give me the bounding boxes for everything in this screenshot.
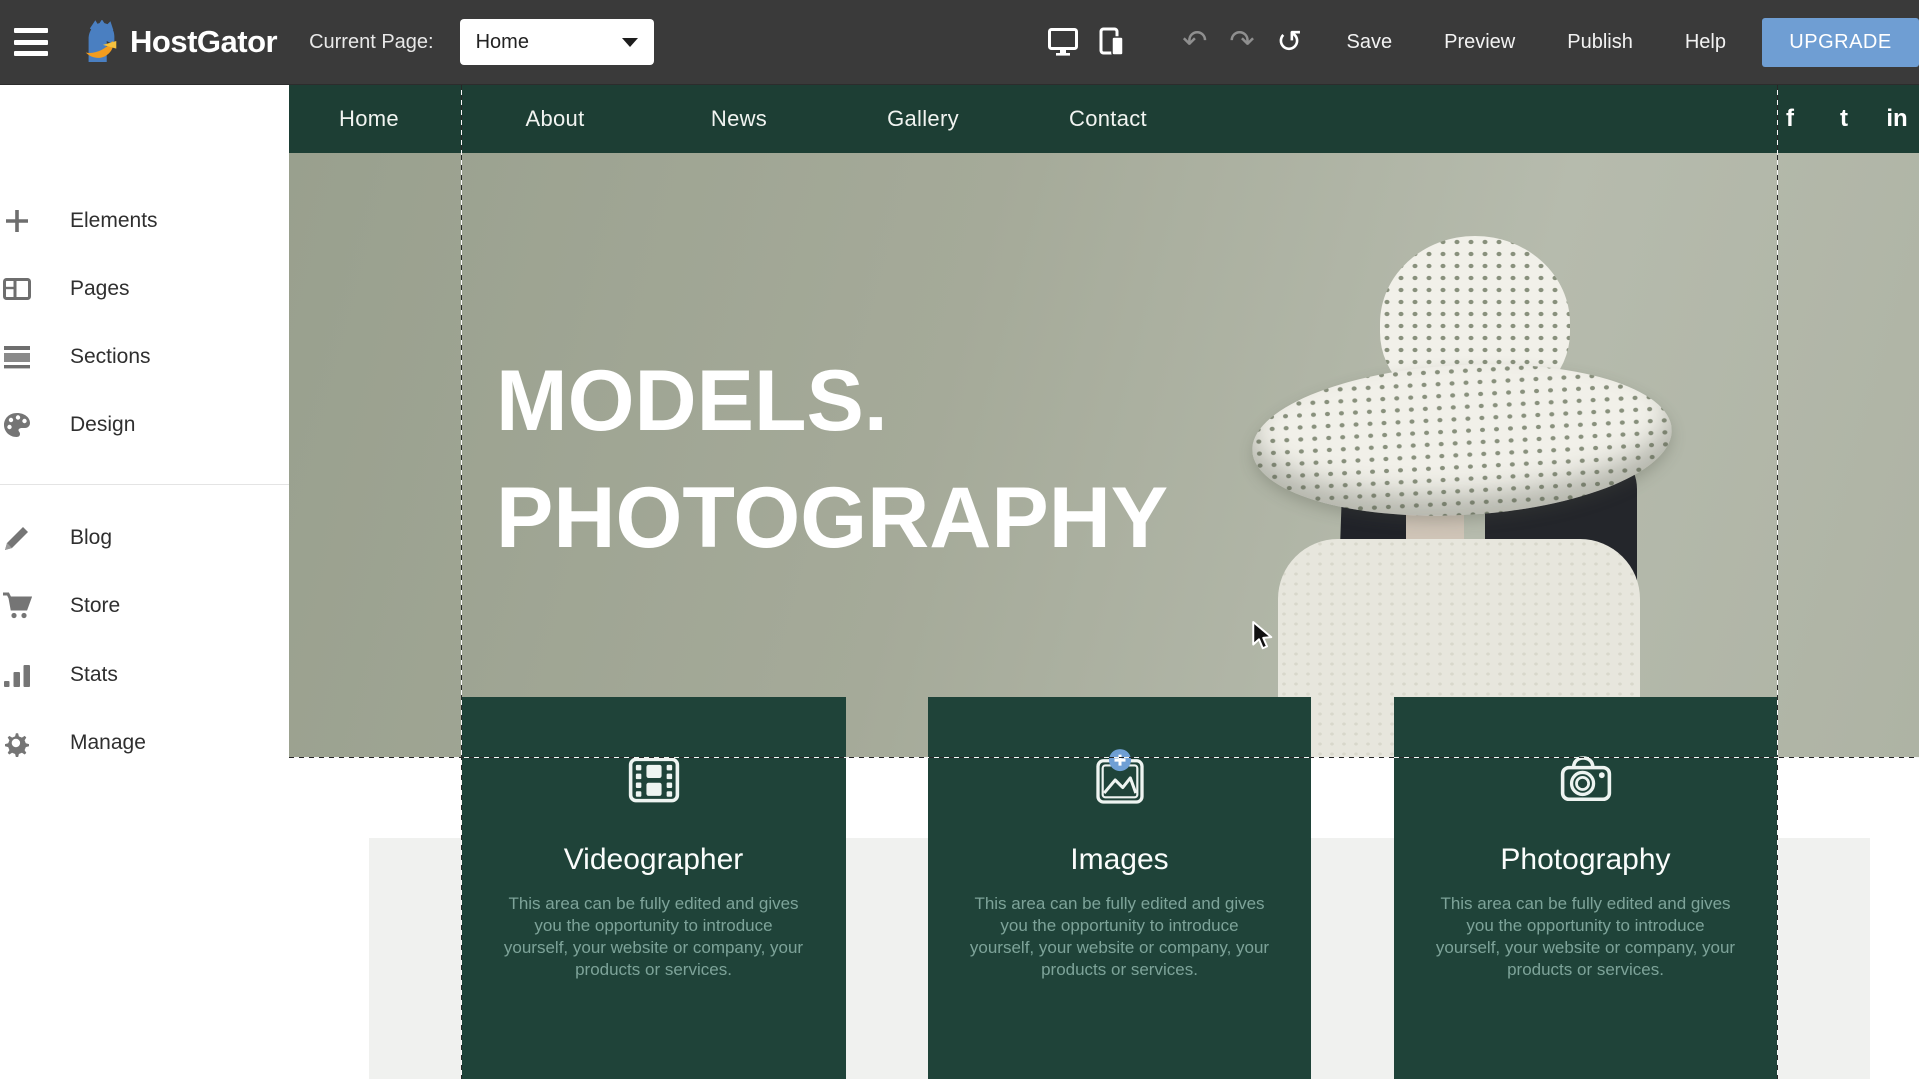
sidebar-divider xyxy=(0,484,289,485)
history-icon[interactable]: ↺ xyxy=(1277,27,1303,58)
builder-sidebar: Elements Pages Sections xyxy=(0,85,289,1079)
current-page-label: Current Page: xyxy=(309,31,434,54)
card-title: Photography xyxy=(1500,843,1670,877)
pencil-icon xyxy=(2,523,32,553)
sidebar-item-store[interactable]: Store xyxy=(0,572,289,640)
site-preview-canvas: Home About News Gallery Contact f t in M… xyxy=(289,85,1919,1079)
publish-button[interactable]: Publish xyxy=(1567,31,1633,54)
hostgator-builder-window: HostGator Current Page: Home ↶ xyxy=(0,0,1919,1079)
content-guide-left xyxy=(461,85,462,1079)
save-button[interactable]: Save xyxy=(1347,31,1393,54)
hostgator-logo: HostGator xyxy=(80,20,277,64)
hamburger-menu-icon[interactable] xyxy=(14,28,50,56)
undo-icon[interactable]: ↶ xyxy=(1182,27,1207,57)
top-toolbar: HostGator Current Page: Home ↶ xyxy=(0,0,1919,85)
mobile-view-icon[interactable] xyxy=(1098,27,1126,57)
card-body: This area can be fully edited and gives … xyxy=(1435,893,1737,981)
pages-icon xyxy=(2,274,32,304)
hostgator-gator-icon xyxy=(80,20,122,64)
hero-title: MODELS. PHOTOGRAPHY xyxy=(496,343,1168,577)
chevron-down-icon xyxy=(622,38,638,47)
gear-icon xyxy=(2,728,32,758)
palette-icon xyxy=(2,410,32,440)
upgrade-button[interactable]: UPGRADE xyxy=(1762,18,1919,67)
feature-card-images[interactable]: Images This area can be fully edited and… xyxy=(928,697,1311,1079)
site-nav-about[interactable]: About xyxy=(526,106,585,132)
sidebar-item-design[interactable]: Design xyxy=(0,391,289,459)
sidebar-item-sections[interactable]: Sections xyxy=(0,323,289,391)
hero-title-line2: PHOTOGRAPHY xyxy=(496,460,1168,577)
sections-icon xyxy=(2,342,32,372)
card-title: Videographer xyxy=(564,843,744,877)
plus-icon xyxy=(2,206,32,236)
sidebar-item-elements[interactable]: Elements xyxy=(0,187,289,255)
section-guide-bottom xyxy=(289,757,1919,758)
mouse-cursor xyxy=(1247,620,1277,659)
feature-card-videographer[interactable]: Videographer This area can be fully edit… xyxy=(461,697,846,1079)
linkedin-icon[interactable]: in xyxy=(1886,105,1907,133)
sidebar-item-pages[interactable]: Pages xyxy=(0,255,289,323)
site-nav-gallery[interactable]: Gallery xyxy=(887,106,959,132)
current-page-value: Home xyxy=(476,31,622,54)
card-body: This area can be fully edited and gives … xyxy=(503,893,805,981)
stats-icon xyxy=(2,660,32,690)
toolbar-actions: ↶ ↷ ↺ Save Preview Publish Help UPGRADE xyxy=(1048,0,1919,84)
desktop-view-icon[interactable] xyxy=(1048,28,1078,56)
sidebar-item-stats[interactable]: Stats xyxy=(0,641,289,709)
feature-card-photography[interactable]: Photography This area can be fully edite… xyxy=(1394,697,1777,1079)
preview-button[interactable]: Preview xyxy=(1444,31,1515,54)
hero-title-line1: MODELS. xyxy=(496,343,1168,460)
hero-section[interactable]: MODELS. PHOTOGRAPHY xyxy=(289,153,1919,757)
card-title: Images xyxy=(1070,843,1168,877)
twitter-icon[interactable]: t xyxy=(1840,105,1848,133)
facebook-icon[interactable]: f xyxy=(1786,105,1794,133)
site-nav-contact[interactable]: Contact xyxy=(1069,106,1147,132)
redo-icon[interactable]: ↷ xyxy=(1229,27,1254,57)
site-nav-bar: Home About News Gallery Contact f t in xyxy=(289,85,1919,153)
site-nav-home[interactable]: Home xyxy=(339,106,399,132)
logo-text: HostGator xyxy=(130,24,277,60)
help-button[interactable]: Help xyxy=(1685,31,1726,54)
current-page-dropdown[interactable]: Home xyxy=(460,19,654,65)
cart-icon xyxy=(2,591,32,621)
card-body: This area can be fully edited and gives … xyxy=(969,893,1271,981)
site-nav-news[interactable]: News xyxy=(711,106,767,132)
sidebar-item-manage[interactable]: Manage xyxy=(0,709,289,777)
sidebar-item-blog[interactable]: Blog xyxy=(0,504,289,572)
content-guide-right xyxy=(1777,85,1778,1079)
